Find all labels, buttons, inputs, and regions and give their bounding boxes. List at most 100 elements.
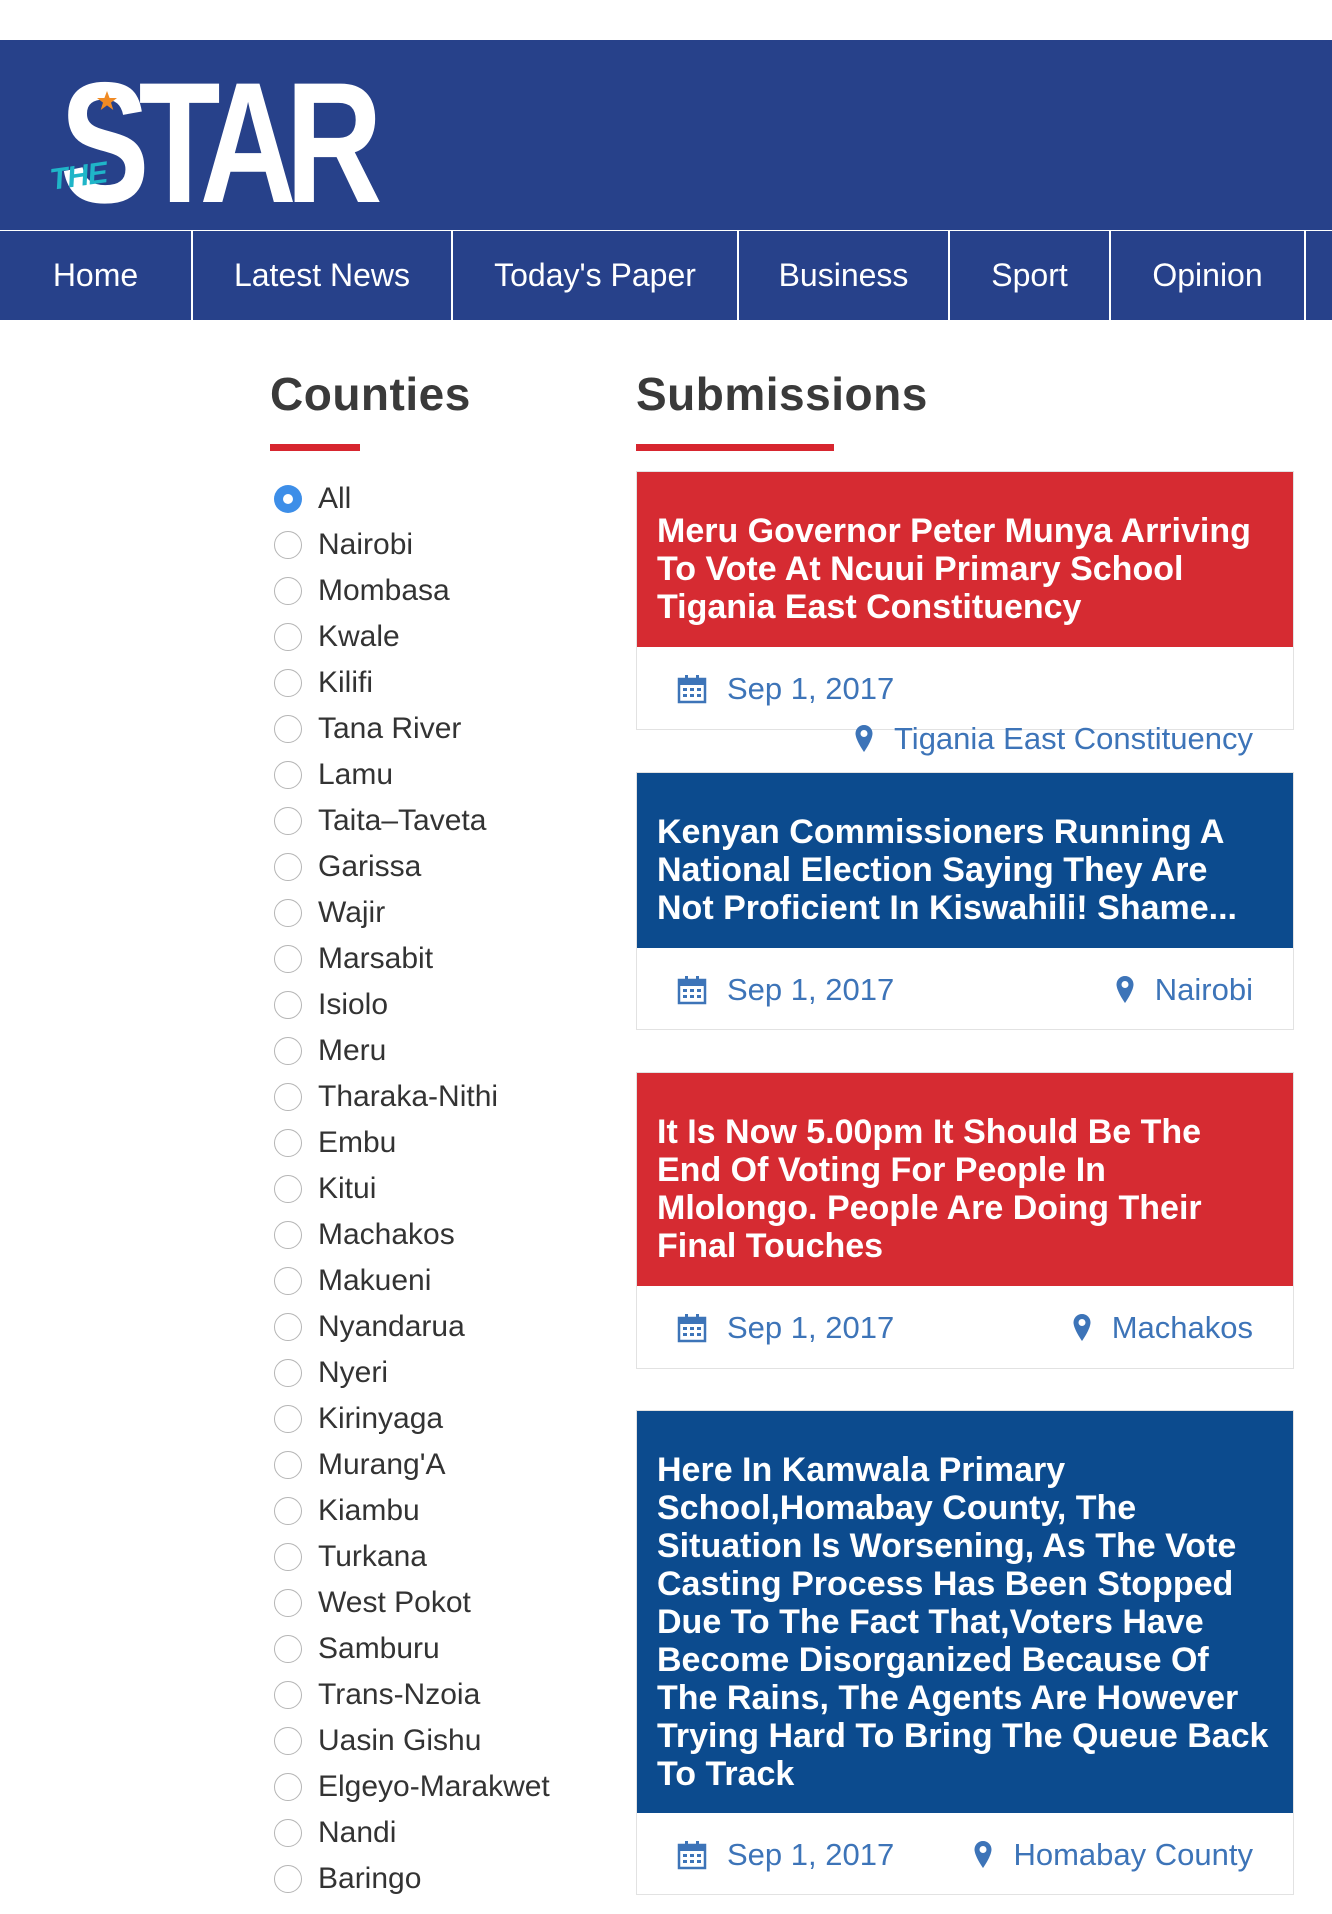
county-option[interactable]: Kitui [274,1166,550,1212]
radio-button[interactable] [274,1175,302,1203]
radio-button[interactable] [274,1589,302,1617]
county-option[interactable]: Kwale [274,614,550,660]
county-option[interactable]: Makueni [274,1258,550,1304]
radio-button[interactable] [274,899,302,927]
nav-sport[interactable]: Sport [950,231,1111,320]
card-headline[interactable]: It Is Now 5.00pm It Should Be The End Of… [637,1073,1293,1286]
county-option[interactable]: Kiambu [274,1488,550,1534]
radio-button[interactable] [274,715,302,743]
county-option[interactable]: Kilifi [274,660,550,706]
county-label: Kitui [318,1172,377,1205]
county-option[interactable]: Murang'A [274,1442,550,1488]
radio-button[interactable] [274,1451,302,1479]
radio-button[interactable] [274,1037,302,1065]
nav-opinion[interactable]: Opinion [1111,231,1306,320]
card-location[interactable]: Machakos [1072,1310,1253,1346]
card-headline[interactable]: Kenyan Commissioners Running A National … [637,773,1293,948]
radio-button[interactable] [274,1819,302,1847]
counties-filter: Counties All Nairobi Mombasa Kwale Kilifi Tan… [270,364,590,1895]
radio-button[interactable] [274,1359,302,1387]
county-label: Meru [318,1034,387,1067]
county-option[interactable]: Wajir [274,890,550,936]
radio-button[interactable] [274,531,302,559]
card-location-text: Nairobi [1154,972,1253,1007]
county-option[interactable]: Meru [274,1028,550,1074]
card-location[interactable]: Homabay County [973,1837,1253,1873]
county-label: Kirinyaga [318,1402,444,1435]
calendar-icon [677,976,707,1005]
county-option[interactable]: Nyeri [274,1350,550,1396]
nav-home[interactable]: Home [0,231,193,320]
county-option[interactable]: Tharaka-Nithi [274,1074,550,1120]
county-option[interactable]: Embu [274,1120,550,1166]
county-option[interactable]: Baringo [274,1856,550,1902]
radio-button[interactable] [274,945,302,973]
radio-button[interactable] [274,1543,302,1571]
radio-button[interactable] [274,1865,302,1893]
site-logo[interactable]: STAR THE [48,57,383,229]
card-location[interactable]: Nairobi [1115,972,1253,1008]
county-option[interactable]: Isiolo [274,982,550,1028]
county-label: Machakos [318,1218,455,1251]
radio-button[interactable] [274,991,302,1019]
submission-card[interactable]: Here In Kamwala Primary School,Homabay C… [636,1410,1294,1895]
radio-button[interactable] [274,1497,302,1525]
submissions-section: Submissions [636,364,1296,451]
county-option[interactable]: Nandi [274,1810,550,1856]
submission-card[interactable]: Meru Governor Peter Munya Arriving To Vo… [636,471,1294,756]
county-option[interactable]: Mombasa [274,568,550,614]
radio-button[interactable] [274,1773,302,1801]
radio-button[interactable] [274,1681,302,1709]
county-option[interactable]: Uasin Gishu [274,1718,550,1764]
submission-card[interactable]: Kenyan Commissioners Running A National … [636,772,1294,1030]
card-meta: Sep 1, 2017 Homabay County [637,1813,1293,1896]
submissions-title-underline [636,444,834,451]
nav-todays-paper[interactable]: Today's Paper [453,231,739,320]
radio-button[interactable] [274,1727,302,1755]
radio-button[interactable] [274,623,302,651]
radio-button[interactable] [274,485,302,513]
map-pin-icon [1116,976,1134,1003]
card-date: Sep 1, 2017 [677,1837,894,1873]
county-option[interactable]: Machakos [274,1212,550,1258]
radio-button[interactable] [274,1635,302,1663]
site-header: STAR THE [0,40,1332,230]
county-option[interactable]: Lamu [274,752,550,798]
county-option[interactable]: Turkana [274,1534,550,1580]
county-label: Wajir [318,896,386,929]
radio-button[interactable] [274,1313,302,1341]
radio-button[interactable] [274,669,302,697]
radio-button[interactable] [274,1083,302,1111]
county-option[interactable]: West Pokot [274,1580,550,1626]
map-pin-icon [974,1841,992,1868]
county-option[interactable]: Taita–Taveta [274,798,550,844]
submission-card[interactable]: It Is Now 5.00pm It Should Be The End Of… [636,1072,1294,1369]
nav-business[interactable]: Business [739,231,950,320]
radio-button[interactable] [274,807,302,835]
county-option[interactable]: Nairobi [274,522,550,568]
county-label: Turkana [318,1540,427,1573]
radio-button[interactable] [274,1267,302,1295]
radio-button[interactable] [274,853,302,881]
card-location[interactable]: Tigania East Constituency [854,721,1253,757]
county-option[interactable]: Garissa [274,844,550,890]
radio-button[interactable] [274,1221,302,1249]
card-headline[interactable]: Here In Kamwala Primary School,Homabay C… [637,1411,1293,1813]
county-option[interactable]: All [274,476,550,522]
county-option[interactable]: Elgeyo-Marakwet [274,1764,550,1810]
county-option[interactable]: Samburu [274,1626,550,1672]
county-option[interactable]: Tana River [274,706,550,752]
county-option[interactable]: Kirinyaga [274,1396,550,1442]
logo-star-icon [97,91,117,110]
county-option[interactable]: Marsabit [274,936,550,982]
county-option[interactable]: Nyandarua [274,1304,550,1350]
radio-button[interactable] [274,577,302,605]
county-option[interactable]: Trans-Nzoia [274,1672,550,1718]
card-date: Sep 1, 2017 [677,671,894,707]
nav-latest-news[interactable]: Latest News [193,231,453,320]
radio-button[interactable] [274,1129,302,1157]
radio-button[interactable] [274,1405,302,1433]
card-date-text: Sep 1, 2017 [727,1310,895,1345]
radio-button[interactable] [274,761,302,789]
card-headline[interactable]: Meru Governor Peter Munya Arriving To Vo… [637,472,1293,647]
